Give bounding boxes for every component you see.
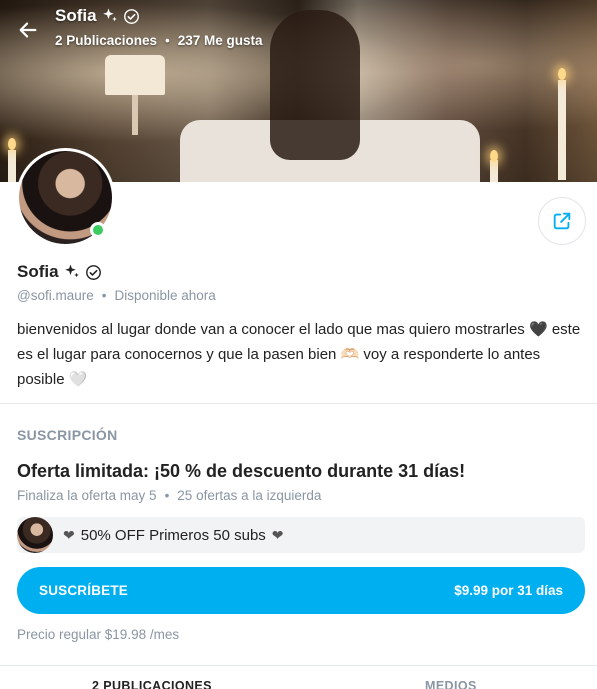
header-stats: 2 Publicaciones • 237 Me gusta (55, 33, 263, 48)
black-heart-icon: ❤︎ (271, 526, 284, 543)
subscribe-label: SUSCRÍBETE (39, 583, 129, 598)
section-divider (0, 403, 597, 404)
sparkles-icon (64, 264, 79, 278)
arrow-left-icon (19, 22, 37, 38)
regular-price: Precio regular $19.98 /mes (17, 627, 180, 642)
profile-bio: bienvenidos al lugar donde van a conocer… (17, 321, 581, 388)
likes-count: 237 Me gusta (177, 33, 263, 48)
posts-count: 2 Publicaciones (55, 33, 158, 48)
online-status-dot (90, 222, 106, 238)
offer-title: Oferta limitada: ¡50 % de descuento dura… (17, 461, 466, 481)
tab-posts[interactable]: 2 PUBLICACIONES (92, 679, 212, 689)
promo-avatar (17, 517, 53, 553)
share-icon (553, 212, 571, 230)
profile-name: Sofia (17, 262, 59, 281)
black-heart-icon: ❤︎ (63, 526, 75, 543)
header-name: Sofia (55, 6, 97, 25)
handle-row: @sofi.maure • Disponible ahora (17, 288, 216, 303)
subscribe-price: $9.99 por 31 días (454, 583, 563, 598)
back-button[interactable] (14, 16, 42, 44)
availability-status: Disponible ahora (114, 288, 216, 303)
verified-badge-icon (85, 264, 101, 280)
sparkles-icon (102, 8, 117, 22)
content-tabs: 2 PUBLICACIONES MEDIOS (0, 665, 597, 689)
subscription-section-title: SUSCRIPCIÓN (17, 427, 118, 443)
share-button[interactable] (538, 197, 586, 245)
profile-name-row: Sofia (17, 262, 102, 282)
verified-badge-icon (123, 8, 139, 24)
promo-message: ❤︎ 50% OFF Primeros 50 subs ❤︎ (17, 517, 585, 553)
profile-handle[interactable]: @sofi.maure (17, 288, 94, 303)
promo-text: 50% OFF Primeros 50 subs (80, 526, 266, 544)
subscribe-button[interactable]: SUSCRÍBETE $9.99 por 31 días (17, 567, 585, 614)
tab-media[interactable]: MEDIOS (425, 679, 477, 689)
offers-left: 25 ofertas a la izquierda (177, 488, 322, 503)
header-title: Sofia (55, 6, 140, 26)
top-bar: Sofia 2 Publicaciones • 237 Me gusta (0, 0, 597, 60)
offer-meta: Finaliza la oferta may 5 • 25 ofertas a … (17, 488, 322, 503)
offer-end-date: Finaliza la oferta may 5 (17, 488, 157, 503)
